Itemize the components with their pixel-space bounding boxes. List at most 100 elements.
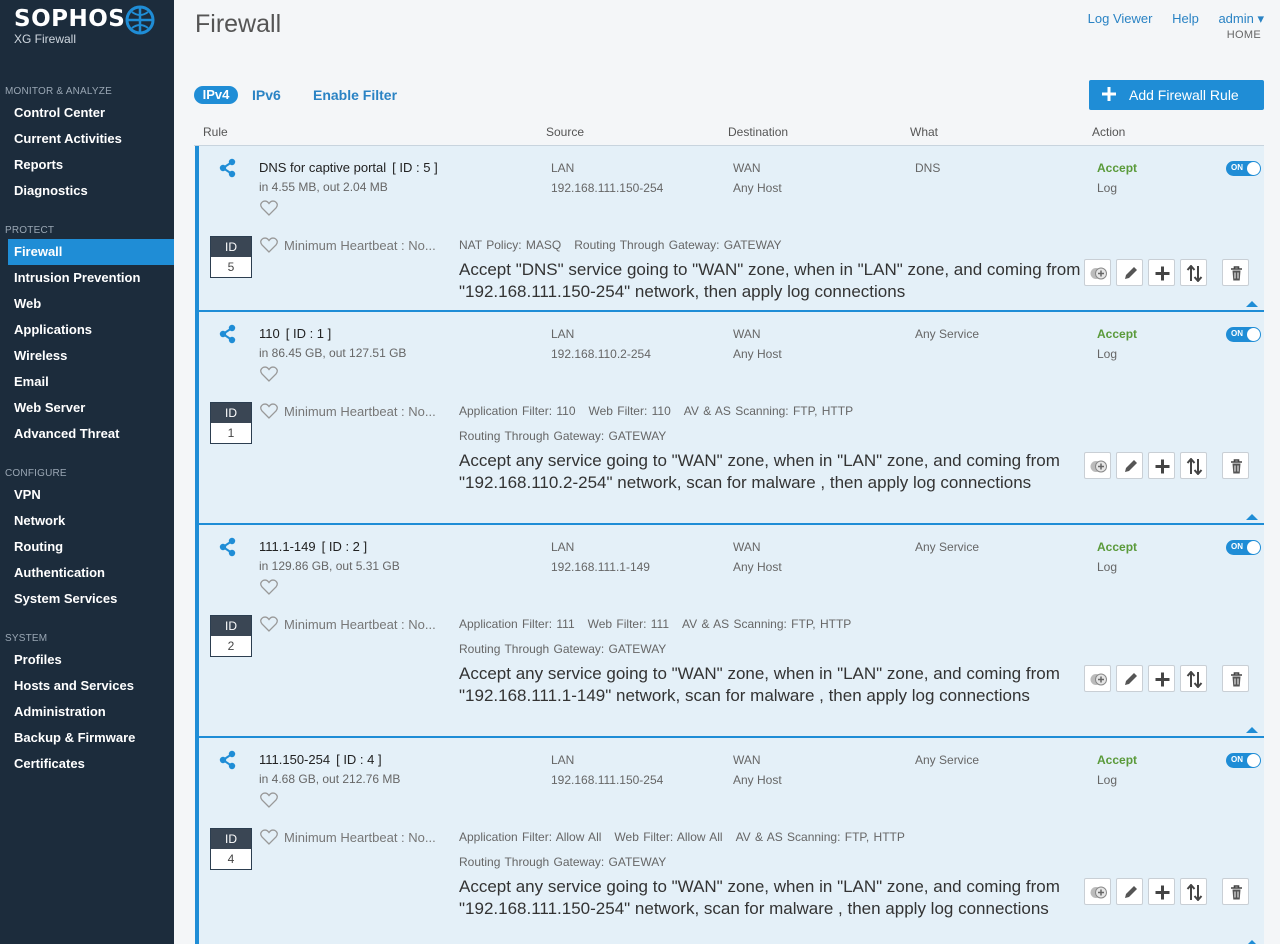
move-button[interactable]: [1180, 452, 1207, 479]
sidebar-item-advanced-threat[interactable]: Advanced Threat: [0, 421, 174, 447]
nav-section-system: SYSTEM Profiles Hosts and Services Administ…: [0, 631, 174, 777]
share-icon[interactable]: [219, 158, 237, 183]
rule-log: Log: [1097, 773, 1118, 787]
delete-icon: [1231, 459, 1242, 474]
delete-button[interactable]: [1222, 878, 1249, 905]
share-icon[interactable]: [219, 750, 237, 775]
move-icon: [1186, 265, 1203, 282]
heartbeat-heart-icon[interactable]: [260, 403, 278, 424]
rule-source-network: 192.168.111.150-254: [551, 181, 664, 195]
clone-button[interactable]: [1084, 259, 1111, 286]
move-button[interactable]: [1180, 259, 1207, 286]
sidebar-item-control-center[interactable]: Control Center: [0, 100, 174, 126]
tab-ipv4[interactable]: IPv4: [194, 86, 238, 104]
sidebar-item-administration[interactable]: Administration: [0, 699, 174, 725]
rule-detail-item: AV & AS Scanning: FTP, HTTP: [682, 617, 852, 631]
heartbeat-heart-icon[interactable]: [260, 237, 278, 258]
toggle-knob: [1247, 541, 1260, 554]
heart-icon[interactable]: [260, 366, 278, 387]
sidebar-item-hosts-and-services[interactable]: Hosts and Services: [0, 673, 174, 699]
log-viewer-link[interactable]: Log Viewer: [1088, 11, 1153, 26]
share-icon[interactable]: [219, 324, 237, 349]
sidebar-item-profiles[interactable]: Profiles: [0, 647, 174, 673]
edit-button[interactable]: [1116, 452, 1143, 479]
add-button[interactable]: [1148, 259, 1175, 286]
column-rule: Rule: [203, 125, 228, 139]
sidebar-item-routing[interactable]: Routing: [0, 534, 174, 560]
rule-id-box: ID 4: [210, 828, 252, 870]
sidebar-item-web[interactable]: Web: [0, 291, 174, 317]
sidebar-item-network[interactable]: Network: [0, 508, 174, 534]
collapse-caret-icon[interactable]: [1246, 514, 1258, 520]
collapse-caret-icon[interactable]: [1246, 727, 1258, 733]
move-button[interactable]: [1180, 665, 1207, 692]
heart-icon[interactable]: [260, 579, 278, 600]
delete-button[interactable]: [1222, 259, 1249, 286]
rule-traffic: in 4.68 GB, out 212.76 MB: [259, 772, 401, 786]
rule-toggle[interactable]: ON: [1226, 327, 1261, 342]
delete-button[interactable]: [1222, 665, 1249, 692]
heartbeat-heart-icon[interactable]: [260, 829, 278, 850]
enable-filter-link[interactable]: Enable Filter: [313, 87, 397, 103]
rule-traffic: in 4.55 MB, out 2.04 MB: [259, 180, 388, 194]
delete-icon: [1231, 672, 1242, 687]
edit-button[interactable]: [1116, 259, 1143, 286]
rule-toggle[interactable]: ON: [1226, 161, 1261, 176]
collapse-caret-icon[interactable]: [1246, 940, 1258, 944]
collapse-caret-icon[interactable]: [1246, 301, 1258, 307]
sidebar-item-reports[interactable]: Reports: [0, 152, 174, 178]
add-firewall-rule-button[interactable]: Add Firewall Rule: [1089, 80, 1264, 110]
clone-button[interactable]: [1084, 665, 1111, 692]
rule-detail-line: Application Filter: Allow All Web Filter:…: [459, 830, 918, 844]
sidebar-item-applications[interactable]: Applications: [0, 317, 174, 343]
delete-button[interactable]: [1222, 452, 1249, 479]
rule-dest-network: Any Host: [733, 560, 782, 574]
share-icon[interactable]: [219, 537, 237, 562]
add-button[interactable]: [1148, 665, 1175, 692]
sidebar-item-email[interactable]: Email: [0, 369, 174, 395]
add-icon: [1155, 459, 1170, 474]
help-link[interactable]: Help: [1172, 11, 1199, 26]
admin-menu[interactable]: admin ▾: [1218, 11, 1264, 26]
add-button[interactable]: [1148, 452, 1175, 479]
rule-toggle[interactable]: ON: [1226, 540, 1261, 555]
move-button[interactable]: [1180, 878, 1207, 905]
rule-action: Accept: [1097, 161, 1138, 175]
toggle-label: ON: [1231, 755, 1243, 764]
rule-id-header: ID: [211, 237, 251, 257]
sidebar-item-diagnostics[interactable]: Diagnostics: [0, 178, 174, 204]
rule-detail-item: Web Filter: 111: [587, 617, 669, 631]
sidebar-item-authentication[interactable]: Authentication: [0, 560, 174, 586]
sidebar-item-wireless[interactable]: Wireless: [0, 343, 174, 369]
sidebar-item-system-services[interactable]: System Services: [0, 586, 174, 612]
rule-dest-network: Any Host: [733, 347, 782, 361]
rule-id-header: ID: [211, 616, 251, 636]
tab-ipv6[interactable]: IPv6: [252, 87, 281, 103]
edit-button[interactable]: [1116, 665, 1143, 692]
heart-icon[interactable]: [260, 792, 278, 813]
rule-name-text: 111.1-149: [259, 539, 316, 554]
sidebar: SOPHOS XG Firewall MONITOR & ANALYZE Cont…: [0, 0, 174, 944]
nav-heading: SYSTEM: [5, 633, 48, 644]
rule-name-text: 110: [259, 326, 280, 341]
nav-section-protect: PROTECT Firewall Intrusion Prevention Web Ap…: [0, 223, 174, 447]
rule-action: Accept: [1097, 327, 1138, 341]
sidebar-item-backup-and-firmware[interactable]: Backup & Firmware: [0, 725, 174, 751]
edit-button[interactable]: [1116, 878, 1143, 905]
sidebar-item-intrusion-prevention[interactable]: Intrusion Prevention: [0, 265, 174, 291]
sidebar-item-web-server[interactable]: Web Server: [0, 395, 174, 421]
clone-button[interactable]: [1084, 878, 1111, 905]
heartbeat-heart-icon[interactable]: [260, 616, 278, 637]
rule-action: Accept: [1097, 753, 1138, 767]
sidebar-item-firewall[interactable]: Firewall: [8, 239, 174, 265]
rule-toggle[interactable]: ON: [1226, 753, 1261, 768]
sidebar-item-current-activities[interactable]: Current Activities: [0, 126, 174, 152]
heart-icon[interactable]: [260, 200, 278, 221]
sidebar-item-vpn[interactable]: VPN: [0, 482, 174, 508]
toggle-knob: [1247, 162, 1260, 175]
clone-button[interactable]: [1084, 452, 1111, 479]
brand: SOPHOS XG Firewall: [14, 6, 125, 46]
sidebar-item-certificates[interactable]: Certificates: [0, 751, 174, 777]
nav-heading: CONFIGURE: [5, 468, 67, 479]
add-button[interactable]: [1148, 878, 1175, 905]
